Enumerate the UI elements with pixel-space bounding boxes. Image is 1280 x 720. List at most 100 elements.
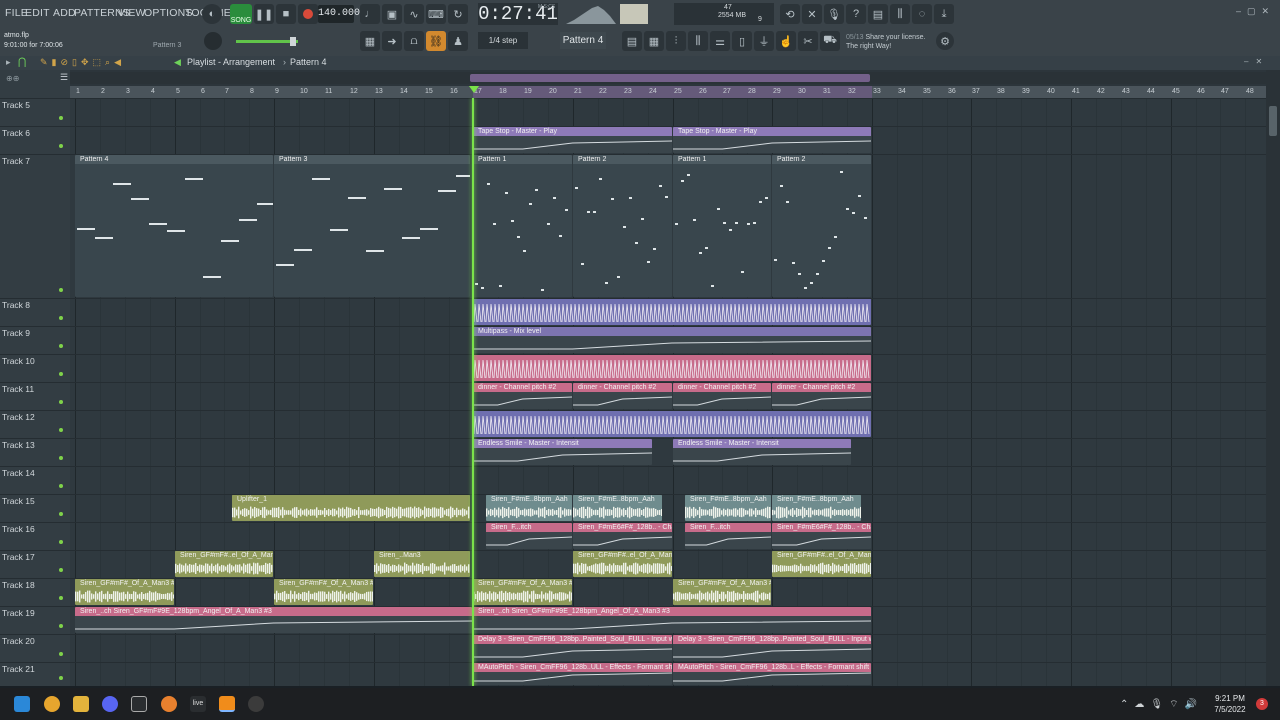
audio-clip[interactable]: Siren_GF#mF#..el_Of_A_Man3 (772, 551, 871, 577)
track-label[interactable]: Track 5 (2, 100, 30, 110)
loop-record-button[interactable]: ↻ (448, 4, 468, 24)
export-button[interactable]: ⤓ (934, 4, 954, 24)
auto-clip[interactable]: Siren_F#mE6#F#_128b.. - Channel pitch #2 (772, 523, 871, 549)
mode-toggle-icon[interactable]: ◐ (202, 4, 222, 24)
news-panel[interactable]: 05/13 Share your license. The right Way! (846, 33, 925, 51)
track-mute-led[interactable] (59, 400, 63, 404)
track-mute-led[interactable] (59, 676, 63, 680)
zoom-icon[interactable]: ⊕⊕ (6, 74, 19, 83)
track-mute-led[interactable] (59, 652, 63, 656)
track-label[interactable]: Track 15 (2, 496, 35, 506)
pause-button[interactable]: ❚❚ (254, 4, 274, 24)
pattern-select[interactable]: Pattern 4 (560, 32, 606, 49)
track-label[interactable]: Track 16 (2, 524, 35, 534)
plugin-picker-button[interactable]: ✕ (802, 4, 822, 24)
auto-clip[interactable]: Tape Stop - Master - Play (673, 127, 871, 153)
loop-region[interactable] (473, 86, 872, 98)
track-mute-led[interactable] (59, 540, 63, 544)
track-label[interactable]: Track 21 (2, 664, 35, 674)
track-mute-led[interactable] (59, 316, 63, 320)
playhead-marker[interactable] (469, 86, 479, 93)
stamp-button[interactable]: ♟ (448, 31, 468, 51)
tool-i-button[interactable]: ✂ (798, 31, 818, 51)
pitch-knob[interactable] (204, 32, 222, 50)
auto-clip[interactable]: dinner - Channel pitch #2 (772, 383, 871, 409)
menu-item-view[interactable]: VIEW (118, 7, 146, 19)
audio-clip[interactable]: Siren_F#mE..8bpm_Aah (772, 495, 861, 521)
notification-icon[interactable]: 3 (1256, 698, 1268, 710)
tempo-display[interactable]: 140.000 (318, 5, 360, 23)
audio-clip[interactable]: Siren_F#mE..8bpm_Aah (486, 495, 572, 521)
auto-clip[interactable]: dinner - Channel pitch #2 (673, 383, 771, 409)
auto-clip[interactable]: Endless Smile - Master - Intensit (673, 439, 851, 465)
pattern-clip[interactable]: Pattern 1 (473, 155, 572, 297)
track-label[interactable]: Track 13 (2, 440, 35, 450)
tool-g-button[interactable]: ⏚ (754, 31, 774, 51)
pattern-clip[interactable]: Pattern 2 (772, 155, 871, 297)
auto-clip[interactable]: dinner - Channel pitch #2 (573, 383, 672, 409)
countdown-button[interactable]: ▣ (382, 4, 402, 24)
wave-clip[interactable] (473, 299, 871, 325)
save-button[interactable]: ▤ (868, 4, 888, 24)
tool-b-button[interactable]: ▦ (644, 31, 664, 51)
track-mute-led[interactable] (59, 596, 63, 600)
menu-item-edit[interactable]: EDIT (25, 7, 50, 19)
audio-clip[interactable]: Siren_F#mE..8bpm_Aah (685, 495, 771, 521)
mixer-button[interactable]: ⫼ (890, 4, 910, 24)
tool-f-button[interactable]: ▯ (732, 31, 752, 51)
audio-clip[interactable]: Siren_GF#mF#_Of_A_Man3 #2 (75, 579, 174, 605)
track-label[interactable]: Track 8 (2, 300, 30, 310)
file-explorer-icon[interactable] (73, 696, 89, 712)
track-mute-led[interactable] (59, 456, 63, 460)
audio-clip[interactable]: Siren_..Man3 (374, 551, 470, 577)
auto-clip[interactable]: Siren_..ch Siren_GF#mF#9E_128bpm_Angel_O… (473, 607, 871, 633)
audio-clip[interactable]: Siren_GF#mF#..el_Of_A_Man3 (573, 551, 672, 577)
tool-h-button[interactable]: ☝ (776, 31, 796, 51)
wave-clip[interactable] (473, 355, 871, 381)
track-mute-led[interactable] (59, 288, 63, 292)
track-label[interactable]: Track 9 (2, 328, 30, 338)
pattern-clip[interactable]: Pattern 2 (573, 155, 672, 297)
auto-clip[interactable]: Endless Smile - Master - Intensit (473, 439, 652, 465)
auto-clip[interactable]: Tape Stop - Master - Play (473, 127, 672, 153)
auto-clip[interactable]: Siren_F...itch (486, 523, 572, 549)
chrome-icon[interactable] (44, 696, 60, 712)
scroll-thumb[interactable] (470, 74, 870, 82)
magnet-button[interactable]: ⩍ (404, 31, 424, 51)
audio-clip[interactable]: Siren_F#mE..8bpm_Aah (573, 495, 662, 521)
auto-clip[interactable]: Siren_..ch Siren_GF#mF#9E_128bpm_Angel_O… (75, 607, 472, 633)
metronome-button[interactable]: ♩ (360, 4, 380, 24)
track-mute-led[interactable] (59, 116, 63, 120)
next-button[interactable]: ➜ (382, 31, 402, 51)
play-arrangement-icon[interactable]: ◀ (174, 57, 181, 68)
ableton-live-icon[interactable]: live (190, 696, 206, 712)
auto-clip[interactable]: Delay 3 - Siren_CmFF96_128bp..Painted_So… (473, 635, 672, 661)
recorder-icon[interactable] (248, 696, 264, 712)
track-mute-led[interactable] (59, 428, 63, 432)
track-label[interactable]: Track 20 (2, 636, 35, 646)
vertical-scrollbar[interactable] (1266, 70, 1280, 686)
midi-button[interactable]: ⌨ (426, 4, 446, 24)
arrangement-grid[interactable]: Tape Stop - Master - Play Tape Stop - Mas… (70, 98, 1266, 686)
audio-clip[interactable]: Siren_GF#mF#_Of_A_Man3 #2 (473, 579, 572, 605)
track-mute-led[interactable] (59, 512, 63, 516)
pattern-snap-button[interactable]: ▦ (360, 31, 380, 51)
track-label[interactable]: Track 7 (2, 156, 30, 166)
auto-clip[interactable]: MAutoPitch - Siren_CmFF96_128b..L - Effe… (673, 663, 871, 685)
microphone-button[interactable]: 🎙 (824, 4, 844, 24)
window-controls[interactable]: –▢✕ (1236, 6, 1275, 17)
tool-j-button[interactable]: ⛟ (820, 31, 840, 51)
horizontal-scrollbar[interactable] (70, 72, 1266, 84)
track-label[interactable]: Track 11 (2, 384, 34, 394)
record-button[interactable] (298, 4, 318, 24)
playhead[interactable] (472, 98, 474, 686)
track-mute-led[interactable] (59, 372, 63, 376)
track-mute-led[interactable] (59, 624, 63, 628)
snap-select[interactable]: 1/4 step (478, 32, 528, 49)
news-settings-button[interactable]: ⚙ (936, 32, 954, 50)
timeline-ruler[interactable]: 1 2 3 4 5 6 7 8 9 10 11 12 13 14 15 16 17 18 19 20 21 22 23 24 2… (70, 86, 1266, 98)
fl-studio-icon[interactable] (219, 696, 235, 712)
discord-icon[interactable] (102, 696, 118, 712)
menu-item-add[interactable]: ADD (53, 7, 76, 19)
auto-clip[interactable]: Delay 3 - Siren_CmFF96_128bp..Painted_So… (673, 635, 871, 661)
